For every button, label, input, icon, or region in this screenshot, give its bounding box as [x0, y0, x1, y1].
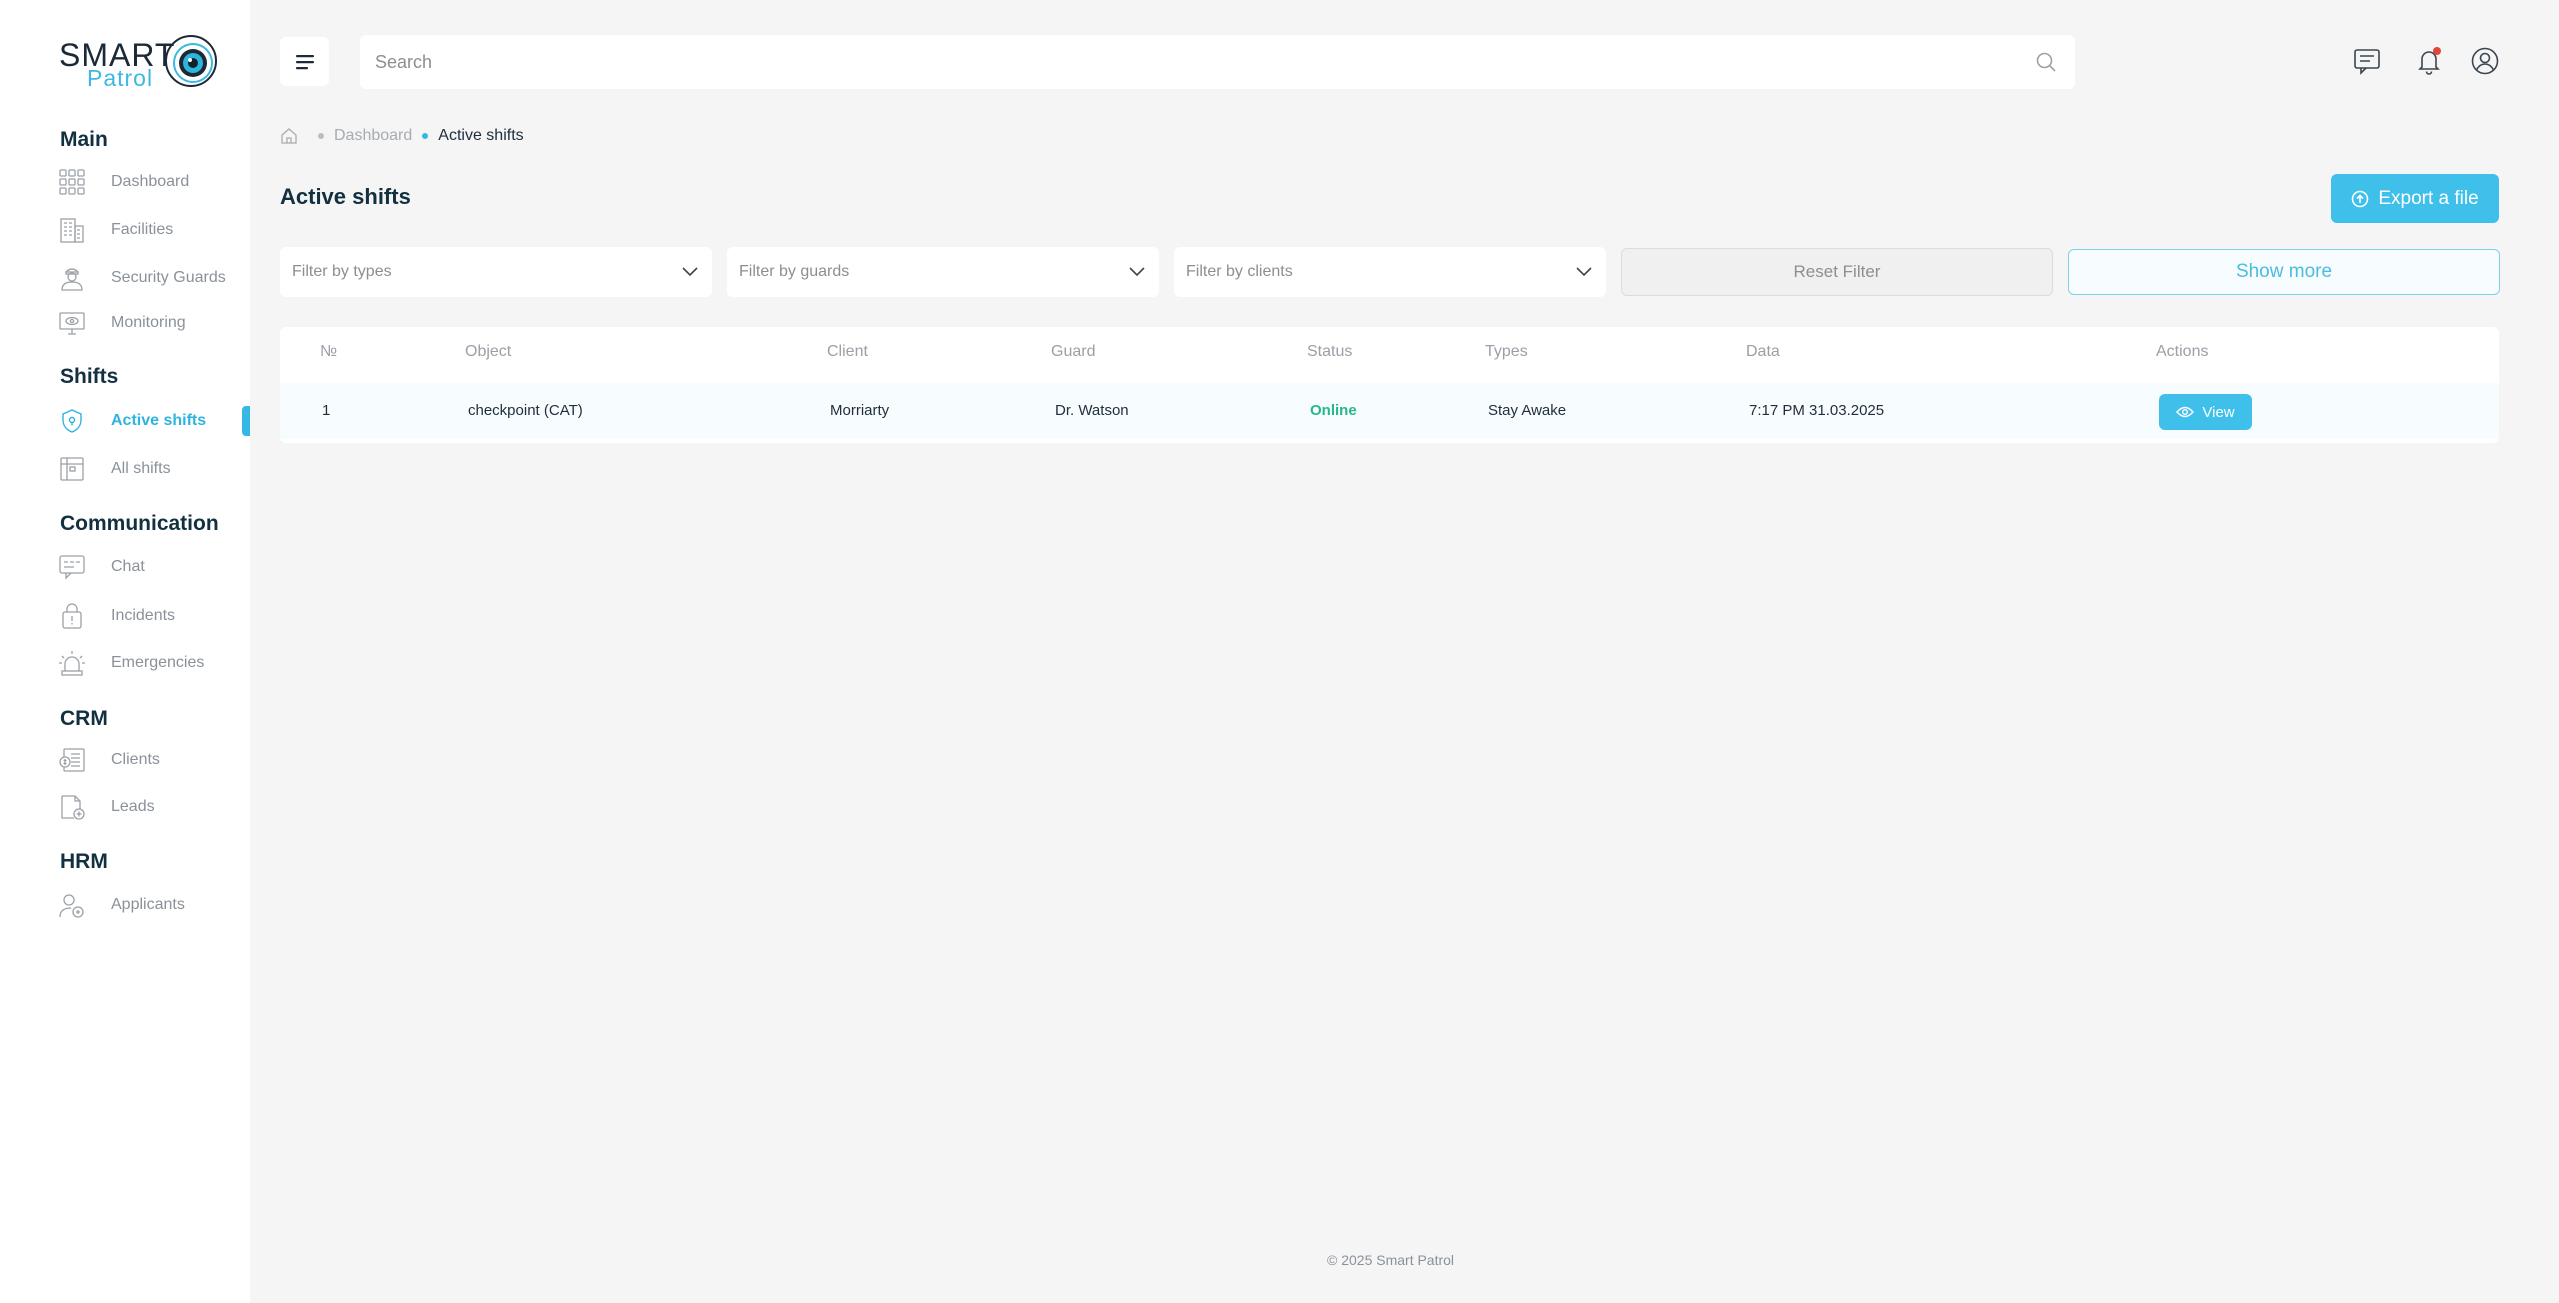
breadcrumb-dashboard-link[interactable]: Dashboard — [334, 127, 412, 145]
chevron-down-icon — [682, 267, 698, 277]
cell-client: Morriarty — [830, 402, 890, 419]
sidebar-item-label: Monitoring — [111, 314, 186, 331]
section-main: Main — [60, 128, 108, 151]
sidebar-item-all-shifts[interactable]: All shifts — [58, 452, 248, 486]
sidebar-item-label: Active shifts — [111, 412, 207, 429]
filter-clients-placeholder: Filter by clients — [1186, 263, 1293, 280]
sidebar-item-leads[interactable]: Leads — [58, 790, 248, 824]
sidebar-item-applicants[interactable]: Applicants — [58, 888, 248, 922]
upload-icon — [2352, 190, 2369, 207]
monitor-icon — [59, 312, 85, 335]
clients-icon — [59, 748, 85, 772]
sidebar-item-label: Clients — [111, 751, 160, 768]
column-header-types: Types — [1485, 343, 1528, 360]
reset-filter-button[interactable]: Reset Filter — [1621, 248, 2053, 296]
sidebar-item-emergencies[interactable]: Emergencies — [58, 646, 248, 680]
active-indicator — [242, 406, 250, 436]
home-icon[interactable] — [280, 127, 298, 145]
column-header-data: Data — [1746, 343, 1780, 360]
section-crm: CRM — [60, 707, 108, 730]
breadcrumb-current: Active shifts — [438, 127, 524, 144]
shield-icon — [62, 409, 82, 433]
sidebar-item-label: Facilities — [111, 221, 174, 238]
column-header-object: Object — [465, 343, 512, 360]
sidebar-item-facilities[interactable]: Facilities — [58, 213, 248, 247]
filter-types-select[interactable]: Filter by types — [280, 247, 712, 297]
search-input[interactable] — [360, 35, 2000, 89]
messages-icon[interactable] — [2352, 46, 2382, 76]
eye-icon — [2176, 406, 2195, 418]
sidebar-item-active-shifts[interactable]: Active shifts — [58, 404, 248, 438]
logo[interactable]: SMART Patrol — [59, 33, 219, 93]
column-header-client: Client — [827, 343, 868, 360]
sidebar-item-dashboard[interactable]: Dashboard — [58, 165, 248, 199]
sidebar-item-chat[interactable]: Chat — [58, 550, 248, 584]
table-row: 1 checkpoint (CAT) Morriarty Dr. Watson … — [280, 383, 2499, 439]
breadcrumb-separator — [318, 133, 324, 139]
filter-guards-placeholder: Filter by guards — [739, 263, 850, 280]
building-icon — [60, 218, 84, 243]
grid-icon — [59, 169, 85, 195]
cell-object: checkpoint (CAT) — [468, 402, 583, 419]
applicant-icon — [59, 894, 84, 918]
sidebar-item-label: Applicants — [111, 896, 185, 913]
eye-logo-icon — [165, 35, 217, 87]
sidebar-item-security-guards[interactable]: Security Guards — [58, 261, 248, 295]
guard-icon — [61, 268, 83, 291]
export-button-label: Export a file — [2378, 187, 2479, 209]
filter-guards-select[interactable]: Filter by guards — [727, 247, 1159, 297]
filter-clients-select[interactable]: Filter by clients — [1174, 247, 1606, 297]
cell-number: 1 — [322, 402, 331, 419]
export-file-button[interactable]: Export a file — [2331, 174, 2499, 223]
sidebar: SMART Patrol Main Dashboard Facilities S… — [0, 0, 250, 1303]
sidebar-item-label: Security Guards — [111, 269, 226, 286]
breadcrumb-separator — [422, 133, 429, 139]
filter-types-placeholder: Filter by types — [292, 263, 392, 280]
incident-icon — [62, 603, 82, 629]
show-more-button[interactable]: Show more — [2068, 249, 2500, 295]
chat-icon — [59, 555, 85, 580]
calendar-icon — [60, 457, 84, 481]
sidebar-item-monitoring[interactable]: Monitoring — [58, 306, 248, 340]
sidebar-item-label: Chat — [111, 558, 145, 575]
notification-bell-icon[interactable] — [2414, 46, 2444, 76]
logo-text-patrol: Patrol — [87, 65, 154, 91]
view-button[interactable]: View — [2159, 394, 2252, 430]
search-icon[interactable] — [2035, 51, 2057, 73]
column-header-number: № — [320, 343, 338, 360]
cell-guard: Dr. Watson — [1055, 402, 1129, 419]
sidebar-item-label: All shifts — [111, 460, 171, 477]
view-button-label: View — [2202, 403, 2235, 421]
cell-type: Stay Awake — [1488, 402, 1567, 419]
shifts-table: № Object Client Guard Status Types Data … — [280, 327, 2499, 443]
sidebar-item-incidents[interactable]: Incidents — [58, 599, 248, 633]
footer-copyright: © 2025 Smart Patrol — [1327, 1252, 1455, 1268]
cell-data: 7:17 PM 31.03.2025 — [1749, 402, 1885, 419]
section-shifts: Shifts — [60, 365, 119, 388]
chevron-down-icon — [1576, 267, 1592, 277]
chevron-down-icon — [1129, 267, 1145, 277]
menu-toggle-button[interactable] — [280, 37, 329, 86]
column-header-guard: Guard — [1051, 343, 1096, 360]
sidebar-item-label: Dashboard — [111, 173, 190, 190]
sidebar-item-clients[interactable]: Clients — [58, 743, 248, 777]
section-communication: Communication — [60, 512, 219, 535]
search-bar — [360, 35, 2075, 89]
page-title: Active shifts — [280, 184, 411, 209]
breadcrumb: Dashboard Active shifts — [280, 125, 524, 147]
section-hrm: HRM — [60, 850, 108, 873]
leads-icon — [61, 795, 85, 820]
siren-icon — [59, 651, 85, 676]
sidebar-item-label: Incidents — [111, 607, 176, 624]
status-badge: Online — [1310, 402, 1357, 419]
column-header-status: Status — [1307, 343, 1353, 360]
column-header-actions: Actions — [2156, 343, 2209, 360]
user-profile-icon[interactable] — [2470, 46, 2500, 76]
sidebar-item-label: Emergencies — [111, 654, 205, 671]
hamburger-icon — [295, 54, 314, 69]
sidebar-item-label: Leads — [111, 798, 155, 815]
